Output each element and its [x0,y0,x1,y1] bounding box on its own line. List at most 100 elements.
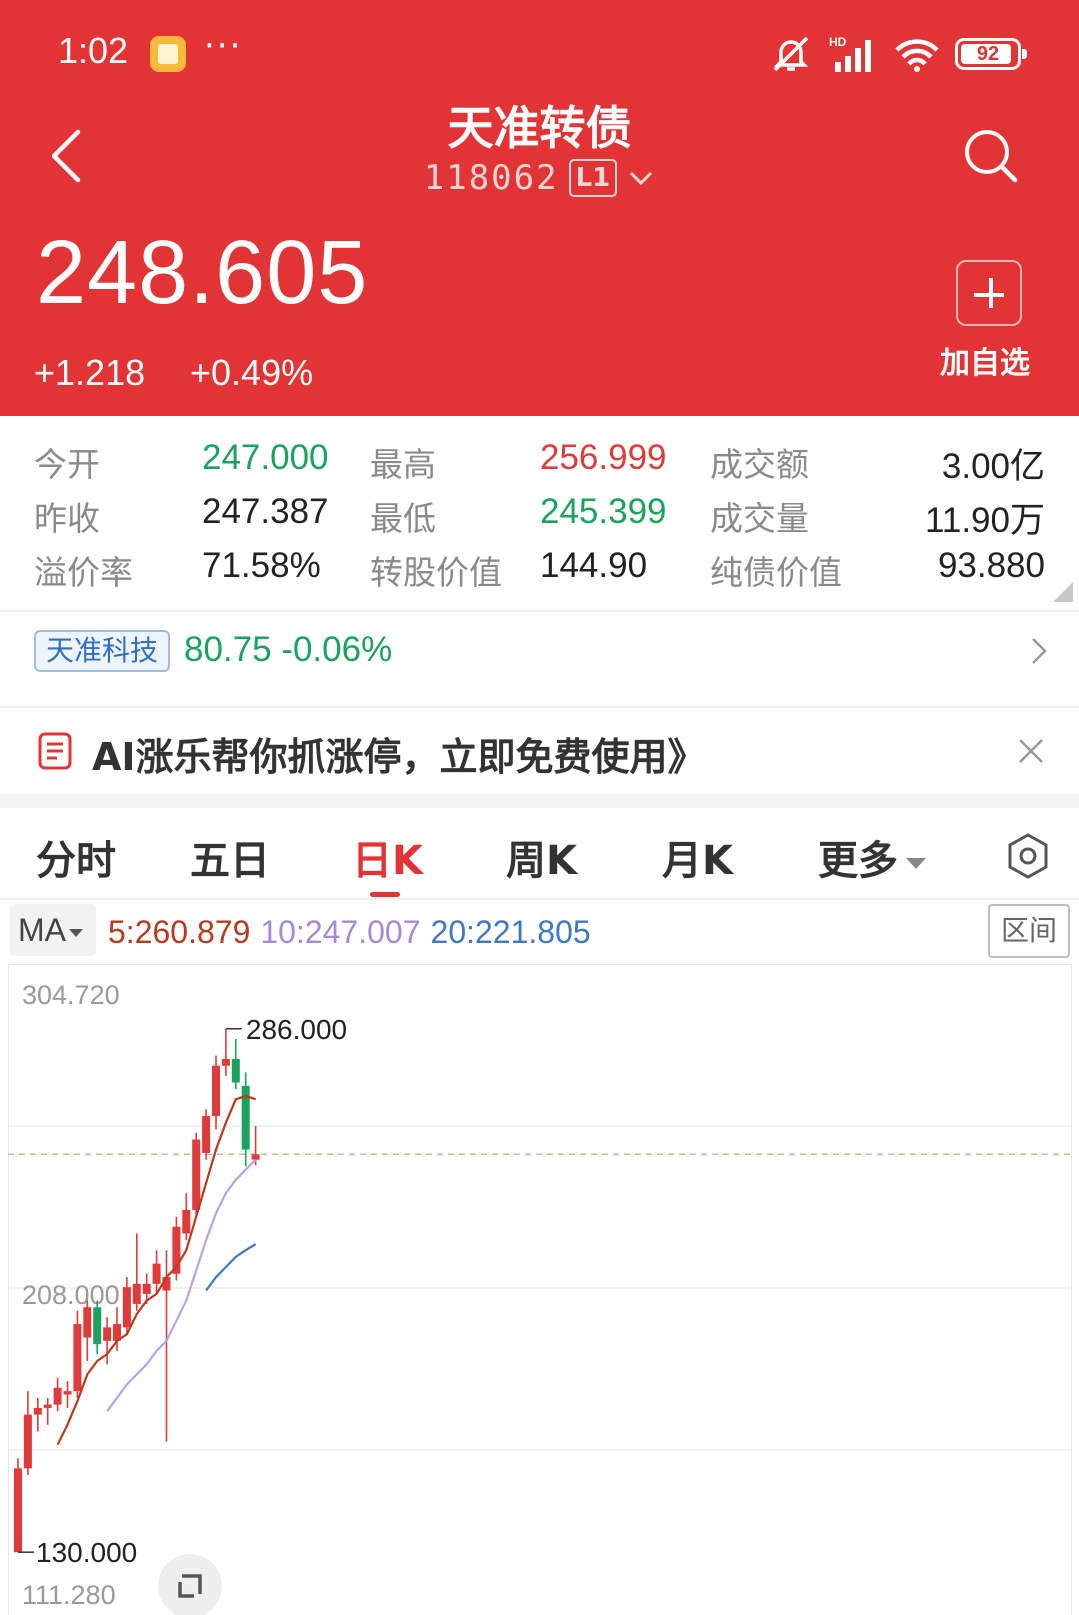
quote-value-conversion: 144.90 [540,546,648,585]
search-icon[interactable] [963,128,1019,184]
divider [0,610,1079,612]
price-change: +1.218 [34,352,146,393]
candle-body [63,1391,72,1395]
level-badge: L1 [568,159,618,197]
ma-values: 5:260.879 10:247.007 20:221.805 [108,914,591,951]
underlying-stock-badge[interactable]: 天准科技 [34,630,171,672]
ma10-value: 10:247.007 [260,914,421,950]
quote-label: 纯债价值 [710,553,842,592]
tab-weekly-k[interactable]: 周K [506,828,577,886]
quote-value-premium: 71.58% [202,546,321,585]
candle-body [103,1327,112,1341]
notification-app-icon [150,36,186,72]
candle-body [33,1407,42,1415]
status-more-dots: ··· [204,26,243,66]
add-watchlist-label[interactable]: 加自选 [940,338,1030,382]
price-change-percent: +0.49% [190,352,314,393]
kline-chart[interactable]: 304.720 208.000 111.280 286.000 130.000 [8,964,1072,1615]
ma10-line [106,1158,257,1412]
ma5-value: 5:260.879 [108,914,251,950]
candle-body [231,1059,240,1083]
max-price-label: 286.000 [246,1014,347,1045]
quote-label: 溢价率 [34,553,133,592]
tab-more[interactable]: 更多 [818,828,926,886]
active-tab-indicator [370,892,400,897]
candle-body [212,1065,220,1117]
battery-level: 92 [976,43,1000,65]
candle-body [73,1324,82,1392]
reset-view-icon [178,1574,202,1598]
bond-title: 天准转债 [447,101,632,155]
candle-body [122,1287,131,1328]
range-select-button[interactable]: 区间 [988,904,1070,958]
quote-label: 最低 [370,499,436,538]
quote-value-bond-value: 93.880 [937,546,1045,585]
candle-body [251,1154,260,1160]
quote-value-low: 245.399 [540,492,667,531]
quote-label: 今开 [34,445,100,484]
quote-label: 成交量 [710,499,809,538]
close-icon[interactable] [1016,736,1046,766]
tab-monthly-k[interactable]: 月K [662,828,733,886]
tab-five-day[interactable]: 五日 [190,828,270,886]
candle-body [14,1468,22,1553]
y-axis-label: 208.000 [22,1280,120,1310]
wifi-icon [895,39,939,72]
indicator-name: MA [18,912,66,948]
candle-body [53,1387,62,1405]
candle-body [23,1414,32,1469]
candle-body [192,1139,201,1210]
quote-value-turnover: 3.00亿 [941,447,1045,486]
quote-header: 1:02 ··· HD 92 天准转债 118062 L1 248.605 +1… [0,0,1079,416]
quote-value-volume: 11.90万 [925,501,1045,540]
bond-code: 118062 [423,158,559,198]
quote-value-open: 247.000 [202,438,329,477]
network-label: HD [829,35,847,49]
promo-banner-text[interactable]: AI涨乐帮你抓涨停，立即免费使用》 [92,726,706,781]
indicator-selector[interactable]: MA [10,904,96,956]
quote-value-prev-close: 247.387 [202,492,329,531]
ma20-value: 20:221.805 [430,914,591,950]
candle-body [83,1307,92,1338]
caret-down-icon [906,857,926,869]
mute-icon [773,36,809,72]
tab-intraday[interactable]: 分时 [36,828,116,886]
underlying-stock-quote[interactable]: 80.75 -0.06% [184,630,392,670]
min-price-label: 130.000 [36,1537,137,1568]
candle-body [132,1283,141,1304]
candle-body [152,1263,161,1284]
divider [0,706,1079,708]
tab-daily-k[interactable]: 日K [352,828,423,886]
quote-value-high: 256.999 [540,438,667,477]
expand-corner-icon[interactable] [1053,582,1073,602]
kline-svg[interactable]: 304.720 208.000 111.280 286.000 130.000 [8,964,1072,1615]
y-axis-label: 304.720 [22,980,120,1010]
chevron-down-icon[interactable] [627,168,655,188]
quote-grid[interactable]: 今开 247.000 最高 256.999 成交额 3.00亿 昨收 247.3… [0,416,1079,610]
candle-body [202,1116,211,1153]
chevron-right-icon[interactable] [1024,636,1054,666]
quote-label: 成交额 [710,445,809,484]
candle-body [182,1209,191,1234]
section-gap [0,794,1079,808]
tab-more-label: 更多 [818,838,898,884]
reset-view-button[interactable] [158,1554,222,1615]
quote-label: 最高 [370,445,436,484]
divider [0,898,1079,900]
ma20-line [205,1243,257,1292]
status-icons: HD 92 [769,34,1027,74]
y-axis-label: 111.280 [22,1580,116,1610]
candle-body [43,1404,52,1408]
battery-icon: 92 [955,38,1027,70]
settings-hexagon-icon[interactable] [1006,832,1050,880]
signal-icon: HD [829,35,871,72]
quote-label: 昨收 [34,499,100,538]
current-price: 248.605 [36,223,369,323]
document-icon [38,732,72,770]
status-time: 1:02 [58,30,129,71]
add-watchlist-button[interactable] [956,260,1022,326]
code-row[interactable]: 118062 L1 [0,158,1079,198]
candle-body [221,1059,230,1066]
quote-label: 转股价值 [370,553,502,592]
candle-body [142,1283,151,1294]
